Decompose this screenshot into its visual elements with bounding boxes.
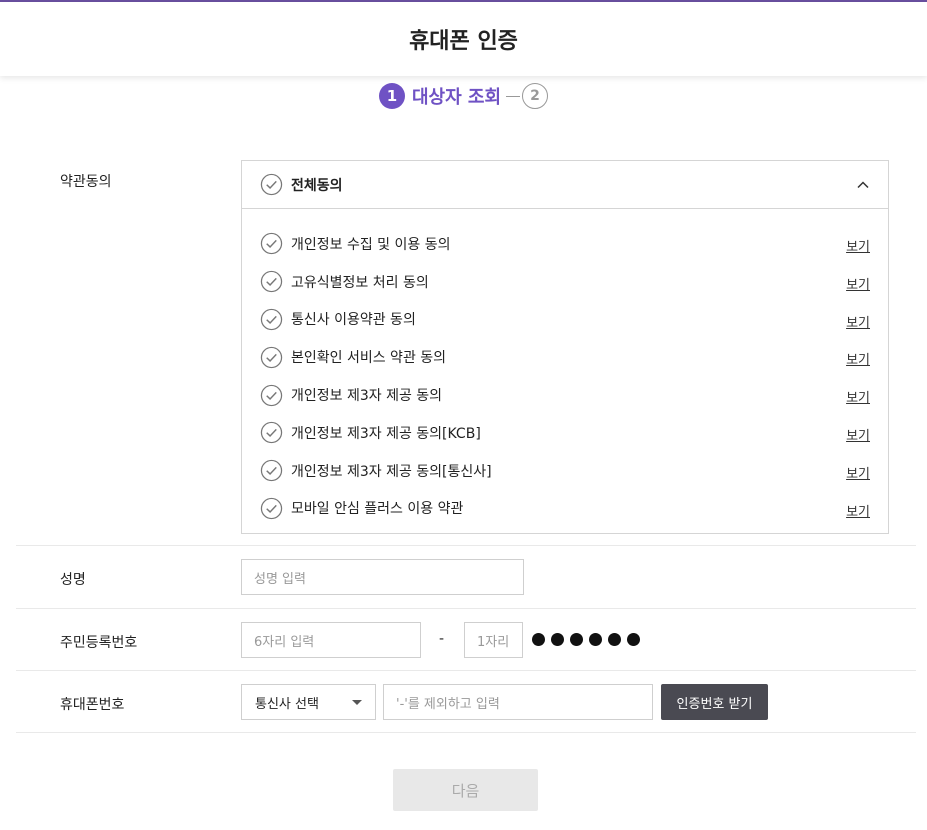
term-item[interactable]: 개인정보 제3자 제공 동의[통신사] 보기 [242,452,888,490]
term-item[interactable]: 본인확인 서비스 약관 동의 보기 [242,338,888,376]
term-label: 개인정보 제3자 제공 동의[KCB] [291,425,481,442]
divider [16,608,916,609]
terms-panel: 전체동의 개인정보 수집 및 이용 동의 보기 고유식별정보 처리 동의 보기 통신사 … [241,160,889,534]
term-view-link[interactable]: 보기 [846,501,870,520]
check-circle-icon[interactable] [260,270,283,293]
step-1-label: 대상자 조회 [411,87,502,108]
check-circle-icon[interactable] [260,232,283,255]
term-item[interactable]: 개인정보 제3자 제공 동의[KCB] 보기 [242,414,888,452]
term-view-link[interactable]: 보기 [846,387,870,406]
next-button[interactable]: 다음 [393,769,538,811]
terms-label: 약관동의 [60,174,112,190]
check-circle-icon[interactable] [260,384,283,407]
term-label: 개인정보 제3자 제공 동의[통신사] [291,463,492,480]
name-input[interactable]: 성명 입력 [241,559,524,595]
carrier-select[interactable]: 통신사 선택 [241,684,376,720]
rrn-masked-digits [532,633,640,646]
term-label: 고유식별정보 처리 동의 [291,274,429,291]
request-code-button[interactable]: 인증번호 받기 [661,684,768,720]
term-view-link[interactable]: 보기 [846,274,870,293]
page-title: 휴대폰 인증 [409,29,518,54]
agree-all-label: 전체동의 [291,177,343,194]
terms-list: 개인정보 수집 및 이용 동의 보기 고유식별정보 처리 동의 보기 통신사 이용약관 … [242,209,888,527]
step-2-badge: 2 [522,83,549,109]
check-circle-icon[interactable] [260,497,283,520]
carrier-select-value: 통신사 선택 [255,696,319,712]
term-view-link[interactable]: 보기 [846,349,870,368]
divider [16,732,916,733]
masked-digit-dot [551,633,564,646]
masked-digit-dot [570,633,583,646]
term-item[interactable]: 고유식별정보 처리 동의 보기 [242,263,888,301]
term-label: 개인정보 수집 및 이용 동의 [291,236,451,253]
divider [16,545,916,546]
rrn-front-input[interactable]: 6자리 입력 [241,622,421,658]
term-item[interactable]: 모바일 안심 플러스 이용 약관 보기 [242,490,888,528]
check-circle-icon[interactable] [260,421,283,444]
divider [16,670,916,671]
rrn-separator: - [439,631,445,647]
term-item[interactable]: 개인정보 제3자 제공 동의 보기 [242,376,888,414]
step-connector [506,95,521,97]
rrn-back-input[interactable]: 1자리 [464,622,523,658]
term-label: 모바일 안심 플러스 이용 약관 [291,501,464,518]
term-item[interactable]: 통신사 이용약관 동의 보기 [242,301,888,339]
masked-digit-dot [608,633,621,646]
check-circle-icon[interactable] [260,459,283,482]
header: 휴대폰 인증 [0,2,927,76]
term-label: 통신사 이용약관 동의 [291,312,416,329]
term-label: 본인확인 서비스 약관 동의 [291,350,447,367]
check-circle-icon[interactable] [260,173,283,196]
step-1-badge: 1 [378,83,405,109]
rrn-label: 주민등록번호 [60,635,138,651]
masked-digit-dot [532,633,545,646]
check-circle-icon[interactable] [260,308,283,331]
check-circle-icon[interactable] [260,346,283,369]
phone-number-input[interactable]: '-'를 제외하고 입력 [383,684,653,720]
term-view-link[interactable]: 보기 [846,312,870,331]
caret-down-icon [352,700,362,705]
phone-label: 휴대폰번호 [60,697,125,713]
term-item[interactable]: 개인정보 수집 및 이용 동의 보기 [242,225,888,263]
agree-all-row[interactable]: 전체동의 [242,161,888,209]
term-view-link[interactable]: 보기 [846,463,870,482]
term-view-link[interactable]: 보기 [846,236,870,255]
progress-stepper: 1 대상자 조회 2 [0,83,927,109]
term-view-link[interactable]: 보기 [846,425,870,444]
chevron-up-icon[interactable] [856,178,870,192]
term-label: 개인정보 제3자 제공 동의 [291,388,443,405]
masked-digit-dot [589,633,602,646]
masked-digit-dot [627,633,640,646]
name-label: 성명 [60,572,86,588]
